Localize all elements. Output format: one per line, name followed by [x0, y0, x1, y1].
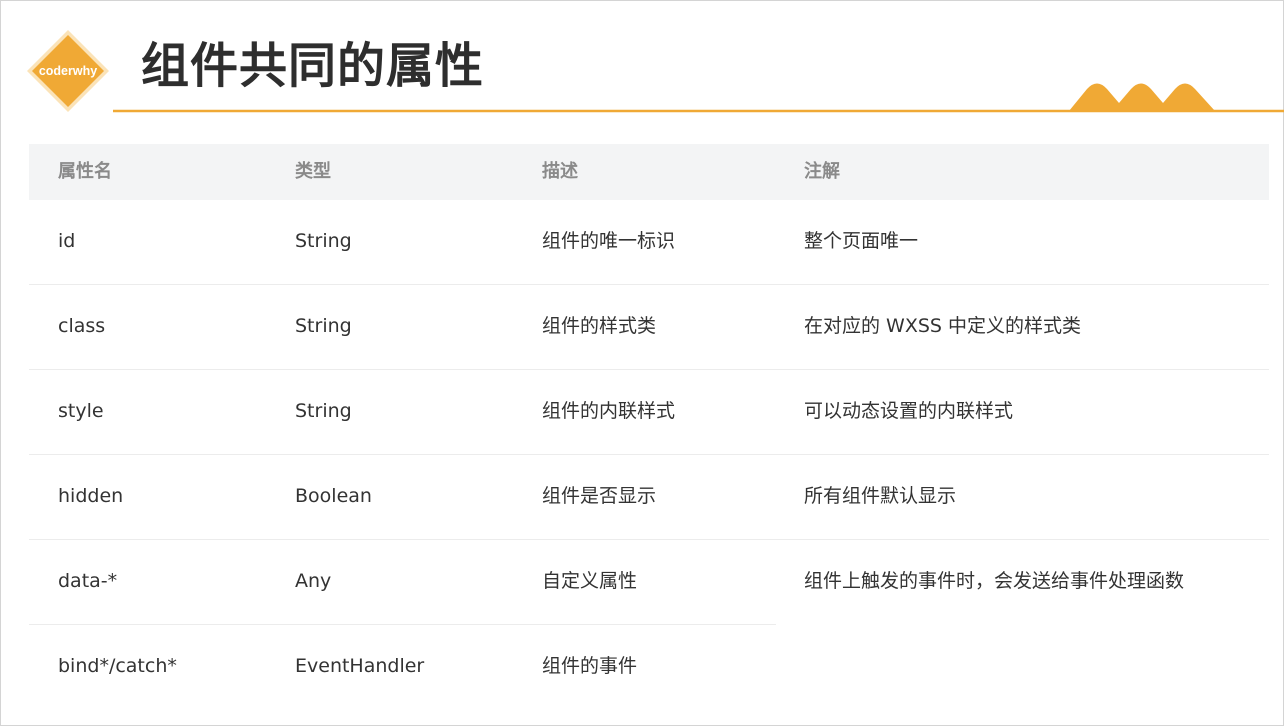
cell-description: 组件是否显示: [542, 485, 657, 507]
cell-note: 所有组件默认显示: [804, 485, 957, 507]
cell-description: 自定义属性: [542, 570, 638, 592]
table-row: id String 组件的唯一标识 整个页面唯一: [29, 200, 1269, 285]
cell-note: 可以动态设置的内联样式: [804, 400, 1014, 422]
slide: coderwhy 组件共同的属性 属性名 类型 描述 注解 id String …: [0, 0, 1284, 726]
cell-name: class: [58, 315, 106, 337]
column-header-name: 属性名: [58, 161, 112, 182]
column-header-type: 类型: [295, 161, 331, 182]
cell-type: Any: [295, 570, 332, 592]
cell-type: EventHandler: [295, 655, 425, 677]
cell-description: 组件的事件: [542, 655, 638, 677]
column-header-note: 注解: [804, 161, 840, 182]
cell-note: 在对应的 WXSS 中定义的样式类: [804, 315, 1082, 337]
cell-name: data-*: [58, 570, 118, 592]
table-header: 属性名 类型 描述 注解: [29, 144, 1269, 200]
cell-description: 组件的内联样式: [542, 400, 676, 422]
column-header-description: 描述: [542, 161, 578, 182]
table-row: hidden Boolean 组件是否显示 所有组件默认显示: [29, 455, 1269, 540]
cell-type: Boolean: [295, 485, 372, 507]
cell-type: String: [295, 315, 352, 337]
table-body: id String 组件的唯一标识 整个页面唯一 class String 组件…: [29, 200, 1269, 710]
cell-type: String: [295, 400, 352, 422]
cell-type: String: [295, 230, 352, 252]
table-row: style String 组件的内联样式 可以动态设置的内联样式: [29, 370, 1269, 455]
cell-description: 组件的样式类: [542, 315, 657, 337]
cell-name: style: [58, 400, 104, 422]
table-row: class String 组件的样式类 在对应的 WXSS 中定义的样式类: [29, 285, 1269, 370]
cell-description: 组件的唯一标识: [542, 230, 676, 252]
table-row: data-* Any 自定义属性 组件上触发的事件时，会发送给事件处理函数: [29, 540, 1184, 625]
cell-note: 组件上触发的事件时，会发送给事件处理函数: [804, 570, 1185, 592]
table-row: bind*/catch* EventHandler 组件的事件: [29, 625, 1269, 710]
header-rule-decoration: [113, 83, 1284, 113]
attributes-table: 属性名 类型 描述 注解 id String 组件的唯一标识 整个页面唯一 cl…: [29, 144, 1269, 710]
cell-name: hidden: [58, 485, 124, 507]
cell-name: id: [58, 230, 76, 252]
cell-name: bind*/catch*: [58, 655, 177, 677]
cell-note: 整个页面唯一: [804, 230, 919, 252]
